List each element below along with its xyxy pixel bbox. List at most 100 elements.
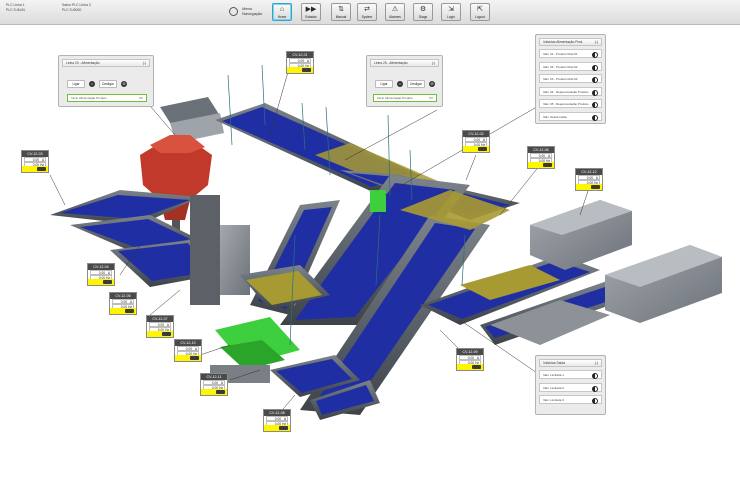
start-button[interactable]: Ligar: [375, 80, 393, 88]
run-switch-icon[interactable]: [103, 280, 112, 284]
conveyor-status-box[interactable]: CV-12-01 0.00 A 0.00 Hz: [286, 51, 314, 74]
plc-right-address: PLC S:/6000: [62, 8, 82, 12]
run-switch-icon[interactable]: [190, 356, 199, 360]
conveyor-status-box[interactable]: CV-12-03 0.00 A 0.00 Hz: [21, 150, 49, 173]
run-status-bar: [287, 67, 313, 73]
panel-feed-line-25: Linha 25 - Alimentação (-) Ligar ○ Deslig…: [366, 55, 443, 107]
home-icon: ⌂: [279, 6, 285, 13]
valve-row[interactable]: Valv. Limitada 2: [539, 382, 602, 392]
panel-close-button[interactable]: (-): [595, 39, 598, 46]
top-bar: PLC Linha 1 PLC S:/6LIN Sabor PLC Linha …: [0, 0, 740, 25]
panel-title-text: Linha 25 - Alimentação: [374, 61, 408, 65]
valve-toggle-icon[interactable]: [592, 114, 598, 121]
alarmes-icon: ⚠: [391, 6, 399, 13]
start-button[interactable]: Ligar: [67, 80, 85, 88]
conveyor-status-box[interactable]: CV-12-04 0.00 A 0.00 Hz: [87, 263, 115, 286]
conveyor-status-box[interactable]: CV-12-07 0.00 A 0.00 Hz: [146, 315, 174, 338]
valve-row[interactable]: Valv. Limitada 1: [539, 370, 602, 379]
panel-close-button[interactable]: (-): [432, 60, 435, 67]
panel-feed-valves: Válvulas Alimentação Prod. (-) Valv. 01 -…: [535, 34, 606, 124]
valve-label: Valv. 03 - Produto Mod.03: [543, 77, 578, 81]
valve-row[interactable]: Valv. Limitada 3: [539, 395, 602, 404]
conveyor-status-box[interactable]: CV-12-08 0.00 A 0.00 Hz: [263, 409, 291, 432]
panel-exit-valves-title: Válvulas Saída (-): [539, 359, 602, 367]
nav-system-button[interactable]: ⇄ System: [357, 3, 377, 21]
conveyor-status-box[interactable]: CV-12-09 0.00 A 0.00 Hz: [456, 348, 484, 371]
run-switch-icon[interactable]: [478, 147, 487, 151]
conveyor-status-box[interactable]: CV-12-06 0.00 A 0.00 Hz: [527, 146, 555, 169]
nav-logout-label: Logout: [475, 15, 485, 19]
valve-row[interactable]: Valv. Selecionada: [539, 111, 602, 121]
diags-icon: ⚙: [419, 6, 427, 13]
nav-logout-button[interactable]: ⇱ Logout: [470, 3, 490, 21]
nav-home-button[interactable]: ⌂ Home: [272, 3, 292, 21]
menu-navigation[interactable]: Menu Navegação: [229, 6, 262, 16]
run-status-bar: [22, 166, 48, 172]
feed-start-indicator[interactable]: Início Alimentação Produto XX: [67, 94, 147, 102]
panel-title-text: Linha 20 - Alimentação: [66, 61, 100, 65]
conveyor-status-box[interactable]: CV-12-12 0.00 A 0.00 Hz: [575, 168, 603, 191]
plc-status-left: PLC Linha 1 PLC S:/6LIN: [6, 3, 25, 13]
valve-label: Valv. 04 - Reaproveitação Produto: [543, 89, 589, 94]
nav-alarmes-button[interactable]: ⚠ Alarmes: [385, 3, 405, 21]
panel-close-button[interactable]: (-): [595, 360, 598, 367]
valve-row[interactable]: Valv. 04 - Reaproveitação Produto: [539, 86, 602, 96]
panel-exit-valves: Válvulas Saída (-) Valv. Limitada 1 Valv. …: [535, 355, 606, 415]
conveyor-status-box[interactable]: CV-12-10 0.00 A 0.00 Hz: [174, 339, 202, 362]
run-switch-icon[interactable]: [472, 365, 481, 369]
valve-label: Valv. Limitada 3: [543, 398, 564, 402]
valve-toggle-icon[interactable]: [592, 52, 598, 58]
valve-toggle-icon[interactable]: [592, 77, 598, 83]
run-status-bar: [457, 364, 483, 370]
valve-toggle-icon[interactable]: [592, 64, 598, 71]
valve-row[interactable]: Valv. 03 - Produto Mod.03: [539, 74, 602, 83]
run-switch-icon[interactable]: [162, 332, 171, 336]
valve-row[interactable]: Valv. 05 - Reaproveitação Produto: [539, 99, 602, 108]
valve-row[interactable]: Valv. 01 - Produto Mod.01: [539, 49, 602, 58]
run-status-bar: [528, 162, 554, 168]
nav-login-button[interactable]: ⇲ Login: [441, 3, 461, 21]
run-switch-icon[interactable]: [37, 167, 46, 171]
conveyor-status-box[interactable]: CV-12-02 0.00 A 0.00 Hz: [462, 130, 490, 153]
feed-start-indicator[interactable]: Início Alimentação Produto XX: [373, 94, 437, 102]
conveyor-status-box[interactable]: CV-12-11 0.00 A 0.00 Hz: [200, 373, 228, 396]
nav-manual-label: Manual: [335, 15, 347, 19]
panel-close-button[interactable]: (-): [143, 60, 146, 67]
run-switch-icon[interactable]: [125, 309, 134, 313]
menu-sublabel: Navegação: [242, 11, 263, 16]
conveyor-status-box[interactable]: CV-12-05 0.00 A 0.00 Hz: [109, 292, 137, 315]
run-switch-icon[interactable]: [543, 163, 552, 167]
nav-estados-button[interactable]: ▶▶ Estados: [301, 3, 321, 21]
run-status-bar: [201, 389, 227, 395]
valve-toggle-icon[interactable]: [592, 398, 598, 404]
stop-button[interactable]: Desligar: [407, 80, 425, 88]
valve-toggle-icon[interactable]: [592, 89, 598, 96]
run-switch-icon[interactable]: [279, 426, 288, 430]
run-switch-icon[interactable]: [216, 390, 225, 394]
status-icon: ⊘: [121, 81, 127, 87]
valve-toggle-icon[interactable]: [592, 373, 598, 379]
feed-start-code: XX: [428, 96, 433, 100]
nav-diags-label: Diags: [418, 15, 428, 19]
panel-feed-valves-title: Válvulas Alimentação Prod. (-): [539, 38, 602, 46]
panel-feed-line-20-title: Linha 20 - Alimentação (-): [62, 59, 150, 67]
run-status-bar: [175, 355, 201, 361]
left-conveyors: [50, 190, 250, 305]
panel-title-text: Válvulas Saída: [543, 361, 565, 365]
nav-manual-button[interactable]: ⇅ Manual: [331, 3, 351, 21]
run-switch-icon[interactable]: [302, 68, 311, 72]
login-icon: ⇲: [448, 6, 454, 13]
plc-left-address: PLC S:/6LIN: [6, 8, 25, 12]
run-switch-icon[interactable]: [591, 185, 600, 189]
valve-row[interactable]: Valv. 02 - Produto Mod.02: [539, 61, 602, 71]
stop-button[interactable]: Desligar: [99, 80, 117, 88]
valve-toggle-icon[interactable]: [592, 102, 598, 108]
nav-diags-button[interactable]: ⚙ Diags: [413, 3, 433, 21]
valve-toggle-icon[interactable]: [592, 385, 598, 392]
status-icon: ○: [397, 81, 403, 87]
valve-label: Valv. 05 - Reaproveitação Produto: [543, 102, 589, 106]
run-status-bar: [576, 184, 602, 190]
nav-system-label: System: [361, 15, 373, 19]
feed-start-code: XX: [138, 96, 143, 100]
estados-icon: ▶▶: [305, 6, 317, 13]
